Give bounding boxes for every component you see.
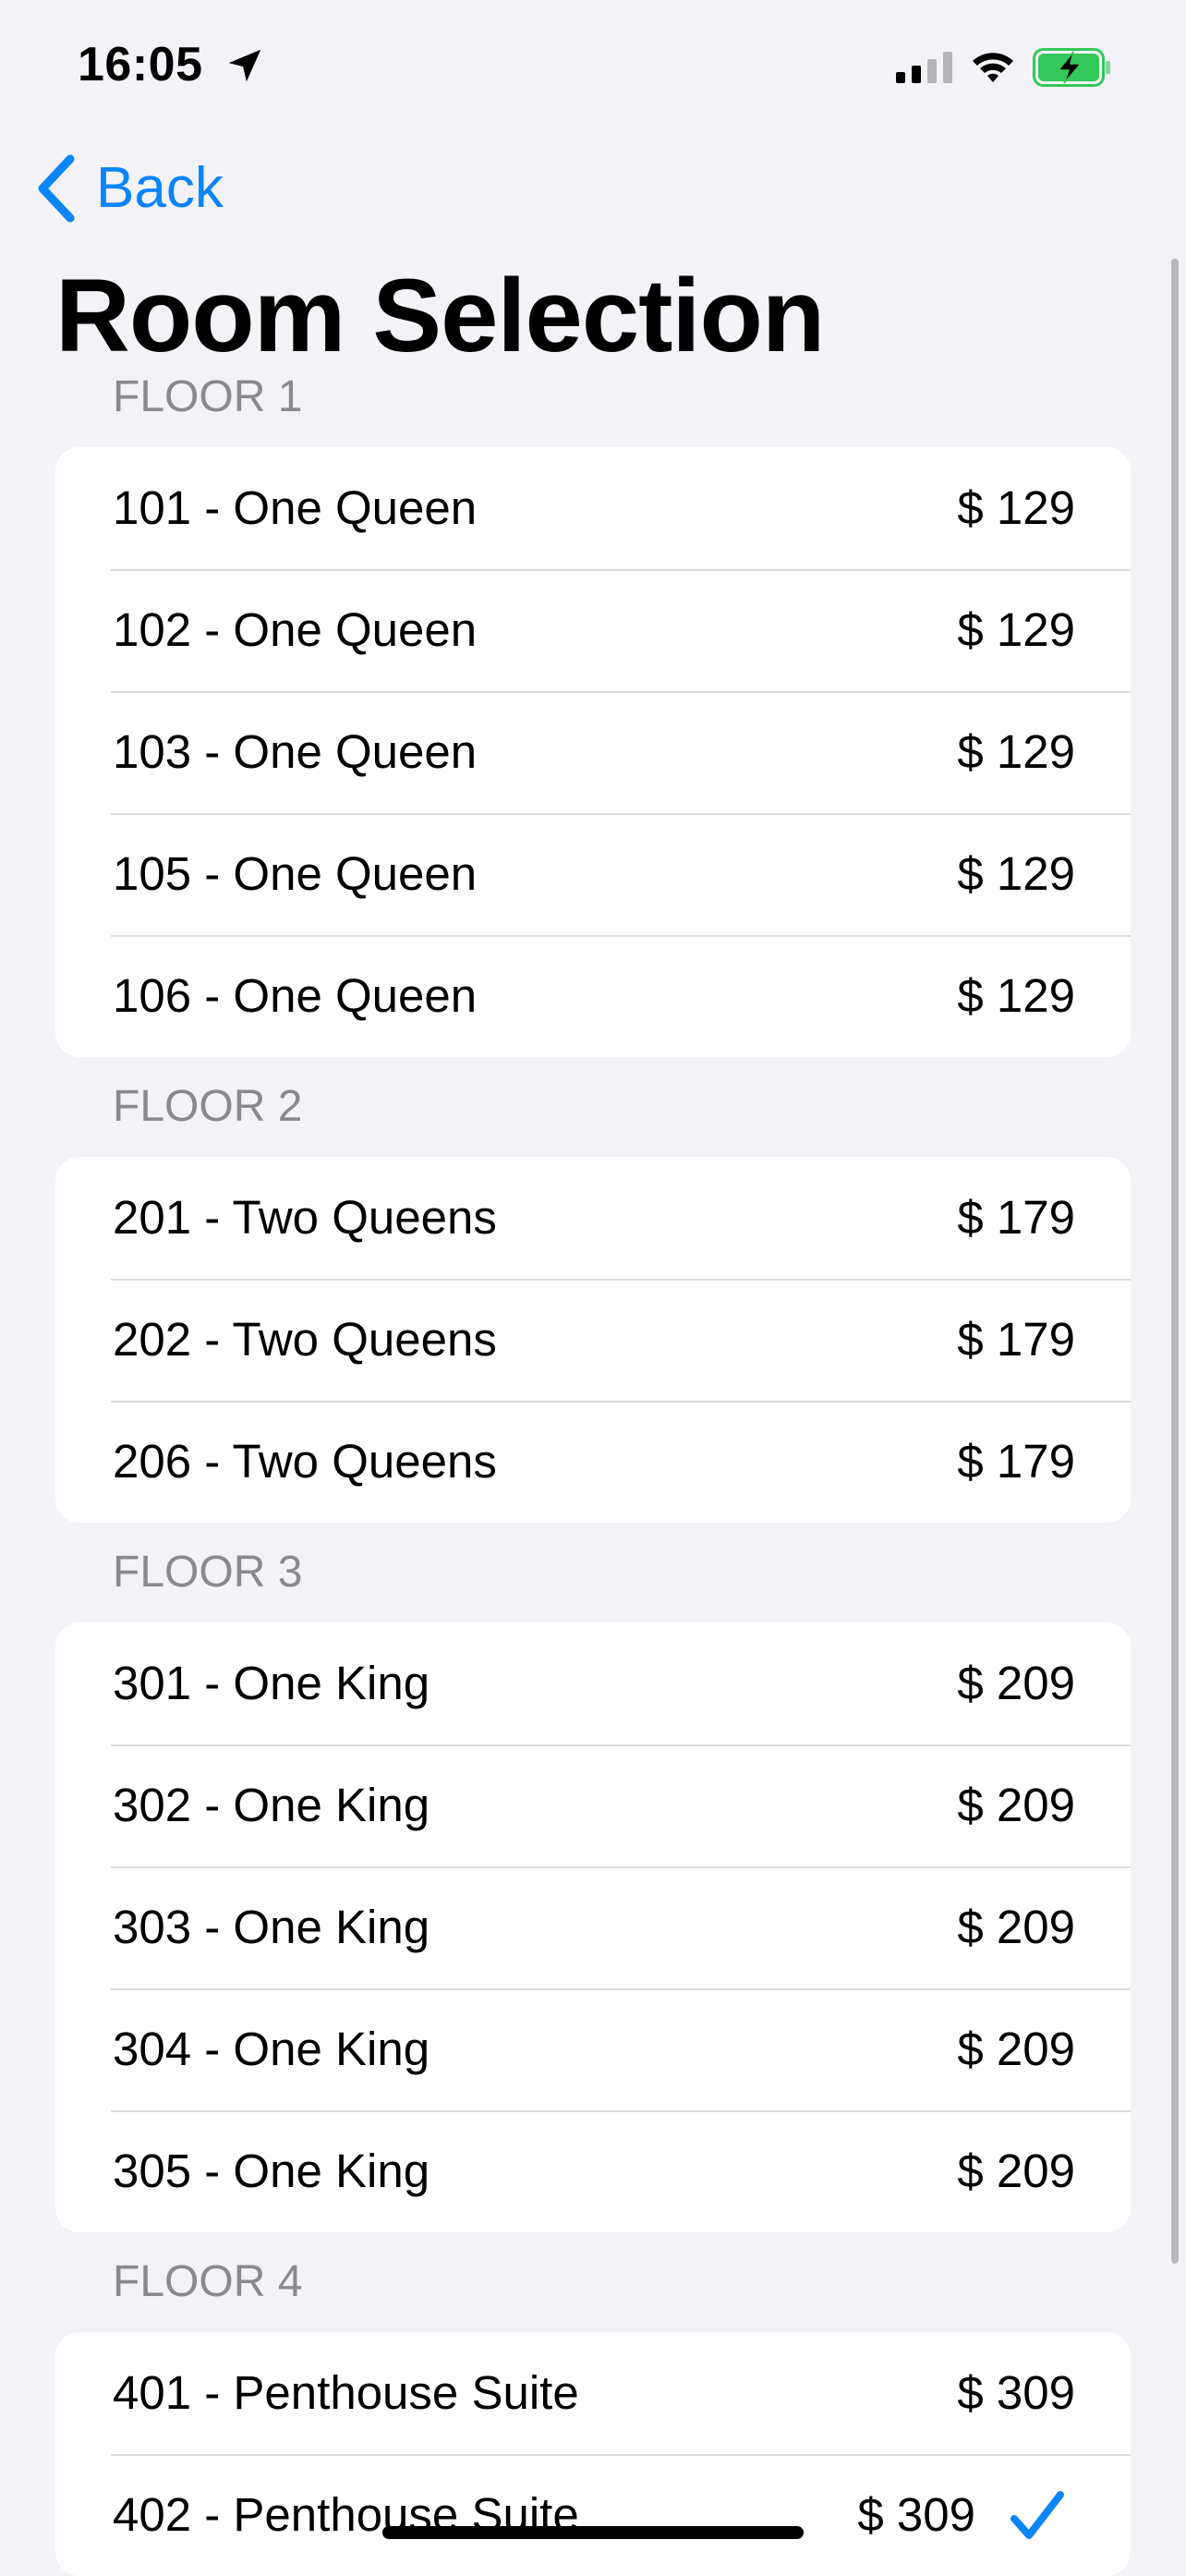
room-list-floor-1: 101 - One Queen $ 129 102 - One Queen $ … xyxy=(55,447,1131,1057)
room-row-101[interactable]: 101 - One Queen $ 129 xyxy=(55,447,1131,569)
battery-charging-icon xyxy=(1033,48,1110,87)
room-price: $ 209 xyxy=(957,1901,1075,1953)
room-price: $ 129 xyxy=(957,847,1075,900)
room-name: 105 - One Queen xyxy=(113,847,478,900)
room-row-301[interactable]: 301 - One King $ 209 xyxy=(55,1622,1131,1744)
room-name: 202 - Two Queens xyxy=(113,1313,497,1366)
room-list-floor-4: 401 - Penthouse Suite $ 309 402 - Pentho… xyxy=(55,2332,1131,2576)
page-title: Room Selection xyxy=(55,258,825,373)
room-name: 304 - One King xyxy=(113,2023,430,2075)
room-price: $ 179 xyxy=(957,1313,1075,1366)
room-name: 206 - Two Queens xyxy=(113,1435,497,1488)
section-header-floor-3: FLOOR 3 xyxy=(113,1548,303,1597)
room-price: $ 209 xyxy=(957,1657,1075,1709)
back-button[interactable]: Back xyxy=(33,152,224,225)
room-price: $ 309 xyxy=(957,2366,1075,2419)
room-name: 402 - Penthouse Suite xyxy=(113,2488,579,2541)
room-name: 401 - Penthouse Suite xyxy=(113,2366,579,2419)
room-row-304[interactable]: 304 - One King $ 209 xyxy=(55,1988,1131,2110)
room-row-102[interactable]: 102 - One Queen $ 129 xyxy=(55,569,1131,691)
room-name: 305 - One King xyxy=(113,2145,430,2197)
room-row-103[interactable]: 103 - One Queen $ 129 xyxy=(55,691,1131,813)
room-name: 102 - One Queen xyxy=(113,603,478,656)
back-button-label: Back xyxy=(96,156,224,220)
room-price: $ 129 xyxy=(957,481,1075,534)
room-row-106[interactable]: 106 - One Queen $ 129 xyxy=(55,935,1131,1057)
room-price: $ 179 xyxy=(957,1191,1075,1244)
checkmark-icon xyxy=(1011,2491,1064,2539)
room-price: $ 129 xyxy=(957,725,1075,778)
room-list-floor-2: 201 - Two Queens $ 179 202 - Two Queens … xyxy=(55,1157,1131,1523)
room-price: $ 209 xyxy=(957,1779,1075,1831)
room-name: 303 - One King xyxy=(113,1901,430,1953)
room-row-303[interactable]: 303 - One King $ 209 xyxy=(55,1866,1131,1988)
room-name: 302 - One King xyxy=(113,1779,430,1831)
room-row-105[interactable]: 105 - One Queen $ 129 xyxy=(55,813,1131,935)
room-row-402[interactable]: 402 - Penthouse Suite $ 309 xyxy=(55,2454,1131,2576)
section-header-floor-2: FLOOR 2 xyxy=(113,1082,303,1131)
room-name: 106 - One Queen xyxy=(113,969,478,1022)
chevron-left-icon xyxy=(38,154,75,223)
room-name: 201 - Two Queens xyxy=(113,1191,497,1244)
room-price: $ 129 xyxy=(957,969,1075,1022)
room-name: 301 - One King xyxy=(113,1657,430,1709)
home-indicator[interactable] xyxy=(382,2526,804,2539)
room-row-201[interactable]: 201 - Two Queens $ 179 xyxy=(55,1157,1131,1279)
room-row-202[interactable]: 202 - Two Queens $ 179 xyxy=(55,1279,1131,1401)
room-row-206[interactable]: 206 - Two Queens $ 179 xyxy=(55,1401,1131,1523)
room-price: $ 129 xyxy=(957,603,1075,656)
scroll-indicator[interactable] xyxy=(1171,259,1179,2264)
room-name: 103 - One Queen xyxy=(113,725,478,778)
room-row-302[interactable]: 302 - One King $ 209 xyxy=(55,1744,1131,1866)
room-price: $ 179 xyxy=(957,1435,1075,1488)
status-time: 16:05 xyxy=(78,38,203,91)
location-arrow-icon xyxy=(228,49,261,82)
room-price: $ 309 xyxy=(857,2488,975,2541)
room-price: $ 209 xyxy=(957,2023,1075,2075)
wifi-icon xyxy=(973,53,1013,82)
room-list-floor-3: 301 - One King $ 209 302 - One King $ 20… xyxy=(55,1622,1131,2232)
cellular-signal-icon xyxy=(896,52,952,83)
room-price: $ 209 xyxy=(957,2145,1075,2197)
status-bar: 16:05 xyxy=(0,0,1186,129)
section-header-floor-4: FLOOR 4 xyxy=(113,2257,303,2306)
room-name: 101 - One Queen xyxy=(113,481,478,534)
room-row-305[interactable]: 305 - One King $ 209 xyxy=(55,2110,1131,2232)
room-row-401[interactable]: 401 - Penthouse Suite $ 309 xyxy=(55,2332,1131,2454)
section-header-floor-1: FLOOR 1 xyxy=(113,372,303,421)
